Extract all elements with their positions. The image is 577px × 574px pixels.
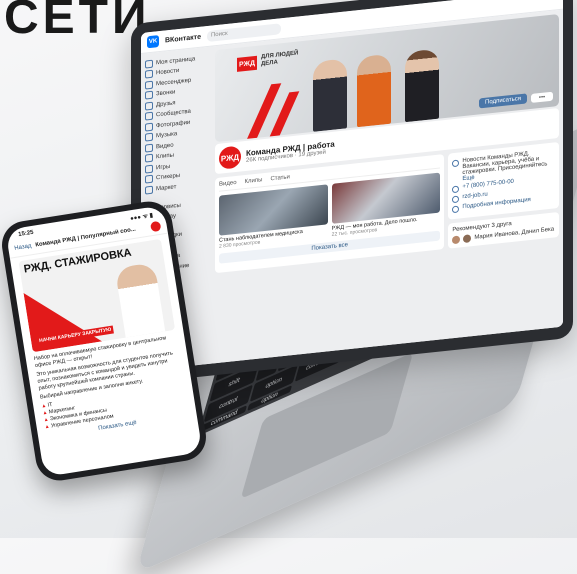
music-icon xyxy=(145,132,153,142)
more-link[interactable]: Ещё xyxy=(462,175,474,182)
video-card[interactable]: РЖД — моя работа. Дело пошло. 22 тыс. пр… xyxy=(331,172,441,238)
sidebar-item-label: Сообщества xyxy=(156,108,191,119)
games-icon xyxy=(145,164,153,174)
sidebar-item-label: Фотографии xyxy=(156,119,191,129)
red-triangle xyxy=(23,282,103,353)
phone-screen: 15:25 ●●● ᯤ ▮ Назад Команда РЖД | Популя… xyxy=(5,205,203,477)
avatar[interactable] xyxy=(452,235,461,245)
avatar[interactable] xyxy=(150,220,162,233)
info-icon xyxy=(452,159,460,168)
site-link[interactable]: rzd-job.ru xyxy=(462,192,487,203)
post-image[interactable]: РЖД. СТАЖИРОВКА НАЧНИ КАРЬЕРУ ЗАКРЫТУЮ xyxy=(18,238,176,353)
cover-person xyxy=(313,58,347,132)
back-button[interactable]: Назад xyxy=(14,243,32,252)
sidebar-item-label: Игры xyxy=(156,163,171,171)
app-name: ВКонтакте xyxy=(165,33,201,44)
cover-slogan: ДЛЯ ЛЮДЕЙ ДЕЛА xyxy=(261,50,298,68)
user-icon xyxy=(145,59,153,69)
sidebar-item-label: Клипы xyxy=(156,152,174,161)
chat-icon xyxy=(145,80,153,90)
cover-person xyxy=(405,48,439,123)
sticker-icon xyxy=(145,174,153,184)
market-icon xyxy=(145,185,153,195)
group-meta: Команда РЖД | работа 26К подписчиков · 1… xyxy=(246,139,335,163)
groups-icon xyxy=(145,111,153,121)
vk-body: Моя страница Новости Мессенджер Звонки Друзь… xyxy=(141,9,563,371)
info-column: Новости Команды РЖД. Вакансии, карьера, … xyxy=(448,142,559,249)
phone-icon xyxy=(452,185,460,194)
avatar[interactable] xyxy=(463,234,472,244)
rzd-logo: РЖД xyxy=(237,55,257,72)
info-box: Новости Команды РЖД. Вакансии, карьера, … xyxy=(448,142,559,220)
sidebar-item-label: Стикеры xyxy=(156,172,181,182)
more-button[interactable]: ••• xyxy=(531,91,553,103)
friends-icon xyxy=(145,101,153,111)
photo-icon xyxy=(145,122,153,132)
video-card[interactable]: Стань наблюдателем медициска 2 830 просм… xyxy=(219,184,328,250)
clips-icon xyxy=(145,153,153,163)
sidebar-item-label: Мессенджер xyxy=(156,77,192,87)
sidebar-item-label: Маркет xyxy=(156,183,177,192)
tab-video[interactable]: Видео xyxy=(219,180,237,188)
group-avatar[interactable]: РЖД xyxy=(219,145,241,170)
cover-person xyxy=(357,53,391,128)
search-input[interactable]: Поиск xyxy=(206,22,281,42)
phone-icon xyxy=(145,90,153,100)
media-panel: Видео Клипы Статьи Стань наблюдателем ме… xyxy=(215,154,445,274)
video-icon xyxy=(145,143,153,153)
headline: СЕТИ xyxy=(4,0,151,44)
subscribe-button[interactable]: Подписаться xyxy=(479,93,527,109)
description: Новости Команды РЖД. Вакансии, карьера, … xyxy=(462,151,548,177)
sidebar-item-label: Друзья xyxy=(156,99,176,108)
laptop-screen: VK ВКонтакте Поиск Моя страница Новости Ме… xyxy=(141,0,563,371)
sidebar-item-label: Музыка xyxy=(156,131,178,140)
laptop-lid: VK ВКонтакте Поиск Моя страница Новости Ме… xyxy=(131,0,573,385)
sidebar-item-label: Моя страница xyxy=(156,55,196,66)
tab-articles[interactable]: Статьи xyxy=(270,174,289,182)
news-icon xyxy=(145,69,153,79)
sidebar-item-label: Видео xyxy=(156,142,174,150)
link-icon xyxy=(452,195,460,204)
group-main: РЖД ДЛЯ ЛЮДЕЙ ДЕЛА Подписаться ••• РЖД К… xyxy=(211,10,563,365)
sidebar-item-label: Звонки xyxy=(156,89,176,98)
info-icon xyxy=(452,205,460,214)
vk-logo-icon[interactable]: VK xyxy=(147,35,159,49)
post-person xyxy=(114,262,166,338)
tab-clips[interactable]: Клипы xyxy=(245,177,263,185)
sidebar-item-label: Новости xyxy=(156,67,180,77)
